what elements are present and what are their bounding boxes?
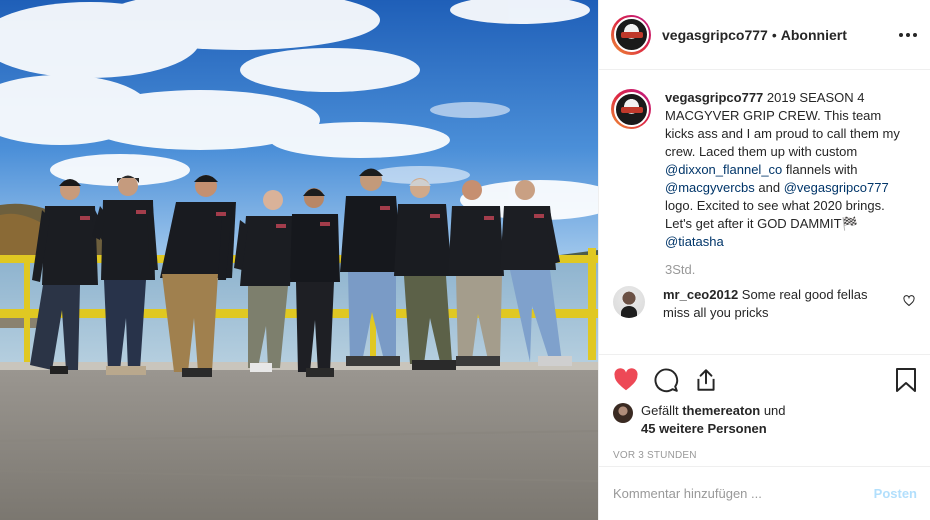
mention-link[interactable]: @macgyvercbs (665, 180, 755, 195)
action-icons (613, 355, 917, 405)
caption-avatar-image (613, 91, 649, 127)
post-photo[interactable] (0, 0, 598, 520)
author-avatar-image (613, 17, 649, 52)
likes-summary: Gefällt themereaton und 45 weitere Person… (613, 402, 917, 438)
caption-avatar[interactable] (611, 89, 651, 129)
post-details-panel: vegasgripco777 • Abonniert vegasgripco77… (598, 0, 930, 520)
mention-link[interactable]: @vegasgripco777 (784, 180, 889, 195)
post-comment-button[interactable]: Posten (874, 486, 917, 501)
commenter-username[interactable]: mr_ceo2012 (663, 287, 738, 302)
post-timestamp[interactable]: VOR 3 STUNDEN (613, 450, 917, 461)
add-comment-bar: Posten (599, 466, 930, 520)
heart-filled-icon[interactable] (613, 367, 639, 393)
likes-text: Gefällt themereaton und 45 weitere Person… (641, 402, 831, 438)
comment-icon[interactable] (653, 367, 679, 393)
caption-text-part: logo. Excited to see what 2020 brings. L… (665, 198, 885, 231)
likes-others[interactable]: 45 weitere Personen (641, 421, 767, 436)
mention-link[interactable]: @dixxon_flannel_co (665, 162, 782, 177)
actions-section: Gefällt themereaton und 45 weitere Person… (599, 354, 930, 466)
likes-prefix: Gefällt (641, 403, 683, 418)
author-username[interactable]: vegasgripco777 (662, 27, 768, 43)
group-photo-illustration (0, 0, 598, 520)
commenter-avatar[interactable] (613, 286, 645, 318)
post-header: vegasgripco777 • Abonniert (599, 0, 930, 70)
comment-item: mr_ceo2012 Some real good fellas miss al… (611, 286, 919, 322)
caption-text-part: flannels with (782, 162, 858, 177)
comment-input[interactable] (613, 486, 863, 501)
mention-link[interactable]: @tiatasha (665, 234, 724, 249)
bookmark-icon[interactable] (895, 367, 917, 393)
liker-avatar[interactable] (613, 403, 633, 423)
caption-text: vegasgripco777 2019 SEASON 4 MACGYVER GR… (665, 89, 905, 251)
author-avatar[interactable] (611, 14, 651, 55)
more-icon[interactable] (899, 26, 917, 44)
header-separator: • (771, 26, 777, 43)
caption: vegasgripco777 2019 SEASON 4 MACGYVER GR… (611, 89, 919, 251)
likes-middle: und (760, 403, 786, 418)
caption-time: 3Std. (665, 262, 696, 277)
share-icon[interactable] (693, 367, 719, 393)
caption-username[interactable]: vegasgripco777 (665, 90, 763, 105)
comments-section: vegasgripco777 2019 SEASON 4 MACGYVER GR… (599, 71, 930, 354)
comment-text: mr_ceo2012 Some real good fellas miss al… (663, 286, 883, 322)
follow-status[interactable]: Abonniert (781, 27, 847, 43)
heart-outline-icon[interactable] (903, 295, 915, 307)
liker-username[interactable]: themereaton (682, 403, 760, 418)
caption-text-part: and (754, 180, 784, 195)
